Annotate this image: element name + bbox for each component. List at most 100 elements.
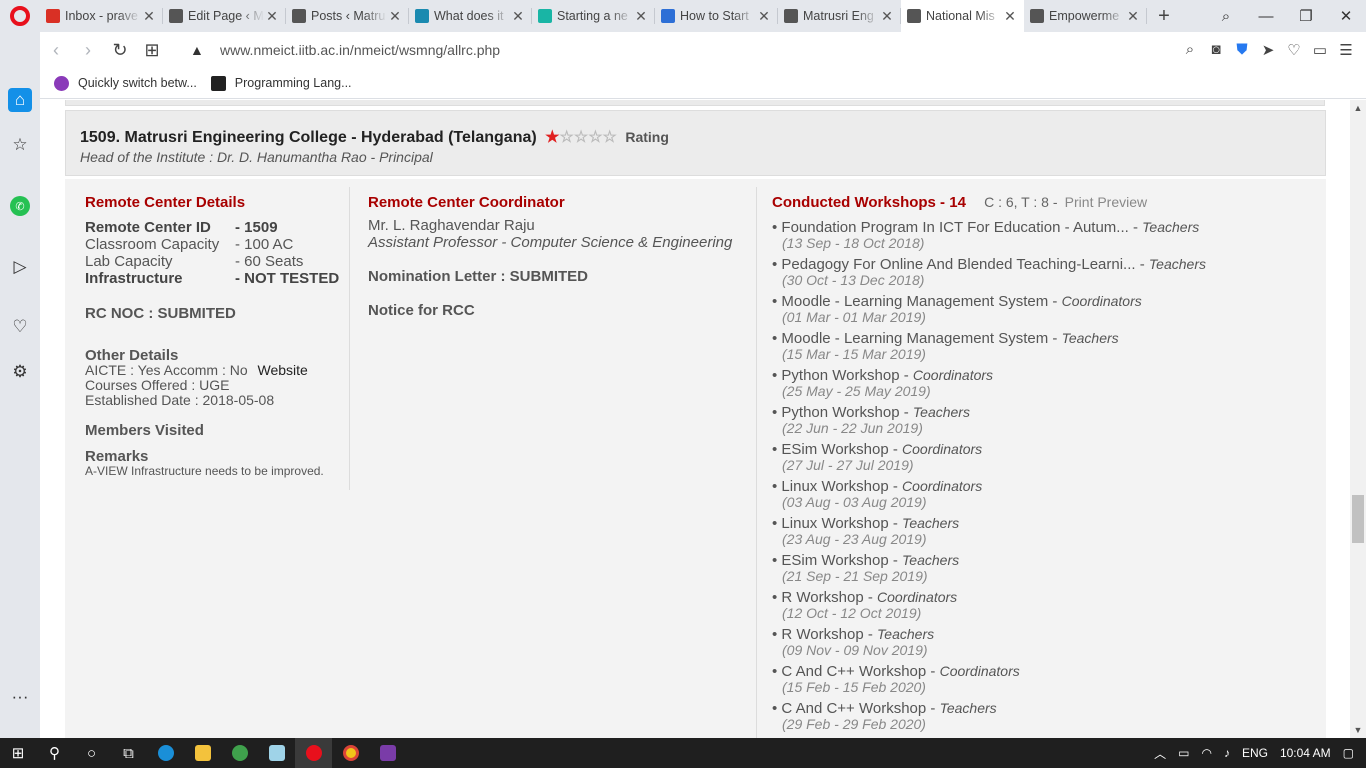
onenote-icon[interactable] bbox=[369, 738, 406, 768]
workshop-title[interactable]: ESim Workshop bbox=[781, 552, 888, 569]
close-tab-icon[interactable]: ✕ bbox=[510, 8, 526, 25]
workshop-role: Coordinators bbox=[1061, 293, 1142, 309]
send-icon[interactable]: ➤ bbox=[1260, 41, 1276, 59]
workshop-date: (21 Sep - 21 Sep 2019) bbox=[782, 568, 928, 584]
close-tab-icon[interactable]: ✕ bbox=[879, 8, 895, 25]
battery-saver-icon[interactable]: ▭ bbox=[1312, 41, 1328, 59]
chevron-up-icon[interactable]: ︿ bbox=[1154, 745, 1166, 762]
workshop-title[interactable]: Linux Workshop bbox=[781, 515, 888, 532]
snapshot-camera-icon[interactable]: ◙ bbox=[1208, 41, 1224, 59]
close-tab-icon[interactable]: ✕ bbox=[1125, 8, 1141, 25]
browser-tab[interactable]: Matrusri Eng ✕ bbox=[778, 0, 901, 32]
volume-icon[interactable]: ♪ bbox=[1224, 746, 1230, 760]
rc-detail-row: Classroom Capacity - 100 AC bbox=[85, 236, 350, 253]
workshop-title[interactable]: R Workshop bbox=[781, 589, 863, 606]
print-preview-link[interactable]: Print Preview bbox=[1065, 194, 1147, 210]
bookmark-heart-icon[interactable]: ♡ bbox=[1286, 41, 1302, 59]
close-tab-icon[interactable]: ✕ bbox=[387, 8, 403, 25]
url-field[interactable]: www.nmeict.iitb.ac.in/nmeict/wsmng/allrc… bbox=[220, 42, 500, 58]
notice-for-rcc[interactable]: Notice for RCC bbox=[368, 302, 475, 319]
zoom-icon[interactable]: ⌕ bbox=[1182, 41, 1198, 59]
web-page: 1509. Matrusri Engineering College - Hyd… bbox=[40, 100, 1350, 738]
not-secure-warning-icon[interactable]: ▲ bbox=[190, 42, 206, 58]
workshop-title[interactable]: Pedagogy For Online And Blended Teaching… bbox=[781, 256, 1135, 273]
browser-tab[interactable]: Starting a ne ✕ bbox=[532, 0, 655, 32]
language-indicator[interactable]: ENG bbox=[1242, 746, 1268, 760]
scroll-down-arrow-icon[interactable]: ▼ bbox=[1350, 722, 1366, 738]
workshop-title[interactable]: ESim Workshop bbox=[781, 441, 888, 458]
workshop-title-line: • Linux Workshop - Coordinators bbox=[772, 478, 983, 495]
bookmark-item[interactable]: Quickly switch betw... bbox=[54, 75, 197, 91]
opera-menu-button[interactable] bbox=[0, 0, 40, 32]
established-date: Established Date : 2018-05-08 bbox=[85, 392, 275, 408]
close-tab-icon[interactable]: ✕ bbox=[1002, 8, 1018, 25]
whatsapp-icon[interactable]: ✆ bbox=[10, 196, 30, 216]
close-tab-icon[interactable]: ✕ bbox=[756, 8, 772, 25]
settings-gear-icon[interactable]: ⚙ bbox=[8, 360, 32, 384]
easy-setup-menu-icon[interactable]: ☰ bbox=[1338, 41, 1354, 59]
notification-icon[interactable]: ▢ bbox=[1343, 746, 1354, 760]
home-icon[interactable]: ⌂ bbox=[8, 88, 32, 112]
search-tabs-icon[interactable]: ⌕ bbox=[1206, 0, 1246, 32]
close-tab-icon[interactable]: ✕ bbox=[633, 8, 649, 25]
workshop-title[interactable]: Linux Workshop bbox=[781, 478, 888, 495]
detail-label: Remote Center ID bbox=[85, 219, 211, 236]
workshop-title[interactable]: C And C++ Workshop bbox=[781, 700, 926, 717]
workshop-title[interactable]: Moodle - Learning Management System bbox=[781, 330, 1048, 347]
app-green-icon[interactable] bbox=[221, 738, 258, 768]
close-window-button[interactable]: ✕ bbox=[1326, 0, 1366, 32]
task-view-icon[interactable]: ⧉ bbox=[110, 738, 147, 768]
send-icon[interactable]: ▷ bbox=[8, 255, 32, 279]
website-link[interactable]: Website bbox=[258, 362, 308, 378]
aicte-text: AICTE : Yes Accomm : No bbox=[85, 362, 248, 378]
browser-tab[interactable]: Posts ‹ Matru ✕ bbox=[286, 0, 409, 32]
close-tab-icon[interactable]: ✕ bbox=[141, 8, 157, 25]
workshop-date: (27 Jul - 27 Jul 2019) bbox=[782, 457, 914, 473]
workshop-date: (12 Oct - 12 Oct 2019) bbox=[782, 605, 922, 621]
workshop-title-line: • ESim Workshop - Coordinators bbox=[772, 441, 983, 458]
browser-tab[interactable]: Edit Page ‹ M ✕ bbox=[163, 0, 286, 32]
clock[interactable]: 10:04 AM bbox=[1280, 746, 1331, 760]
edge-icon[interactable] bbox=[147, 738, 184, 768]
restore-button[interactable]: ❐ bbox=[1286, 0, 1326, 32]
reload-button[interactable]: ↻ bbox=[104, 40, 136, 61]
workshop-title[interactable]: Foundation Program In ICT For Education … bbox=[781, 219, 1128, 236]
scroll-thumb[interactable] bbox=[1352, 495, 1364, 543]
battery-icon[interactable]: ▭ bbox=[1178, 746, 1189, 760]
browser-tab[interactable]: How to Start ✕ bbox=[655, 0, 778, 32]
browser-tab[interactable]: What does it ✕ bbox=[409, 0, 532, 32]
scroll-up-arrow-icon[interactable]: ▲ bbox=[1350, 100, 1366, 116]
workshop-title[interactable]: R Workshop bbox=[781, 626, 863, 643]
page-scrollbar[interactable]: ▲ ▼ bbox=[1350, 100, 1366, 738]
windows-taskbar: ⊞ ⚲ ○ ⧉ ︿ ▭ ◠ ♪ ENG 10:04 AM ▢ bbox=[0, 738, 1366, 768]
close-tab-icon[interactable]: ✕ bbox=[264, 8, 280, 25]
star-icon[interactable]: ☆ bbox=[8, 133, 32, 157]
back-button[interactable]: ‹ bbox=[40, 40, 72, 61]
windows-start-icon[interactable]: ⊞ bbox=[0, 738, 36, 768]
forward-button[interactable]: › bbox=[72, 40, 104, 61]
workshop-title[interactable]: C And C++ Workshop bbox=[781, 663, 926, 680]
workshop-role: Coordinators bbox=[902, 478, 983, 494]
cortana-icon[interactable]: ○ bbox=[73, 738, 110, 768]
adblock-shield-icon[interactable]: ⛊ bbox=[1234, 41, 1250, 59]
workshop-title[interactable]: Python Workshop bbox=[781, 404, 899, 421]
minimize-button[interactable]: — bbox=[1246, 0, 1286, 32]
chrome-icon[interactable] bbox=[332, 738, 369, 768]
bookmark-item[interactable]: Programming Lang... bbox=[210, 75, 352, 91]
search-icon[interactable]: ⚲ bbox=[36, 738, 73, 768]
new-tab-button[interactable]: + bbox=[1147, 5, 1181, 28]
opera-taskbar-icon[interactable] bbox=[295, 738, 332, 768]
workshop-title[interactable]: Python Workshop bbox=[781, 367, 899, 384]
file-explorer-icon[interactable] bbox=[184, 738, 221, 768]
link-icon bbox=[661, 9, 675, 23]
heart-icon[interactable]: ♡ bbox=[8, 315, 32, 339]
more-options-icon[interactable]: ··· bbox=[8, 685, 32, 709]
browser-tab[interactable]: Empowerme ✕ bbox=[1024, 0, 1147, 32]
notepad-icon[interactable] bbox=[258, 738, 295, 768]
workshop-item: • R Workshop - Teachers (09 Nov - 09 Nov … bbox=[772, 626, 934, 658]
browser-tab[interactable]: National Mis ✕ bbox=[901, 0, 1024, 32]
speed-dial-grid-icon[interactable]: ⊞ bbox=[136, 40, 168, 61]
browser-tab[interactable]: Inbox - prave ✕ bbox=[40, 0, 163, 32]
workshop-title[interactable]: Moodle - Learning Management System bbox=[781, 293, 1048, 310]
wifi-icon[interactable]: ◠ bbox=[1201, 746, 1211, 760]
